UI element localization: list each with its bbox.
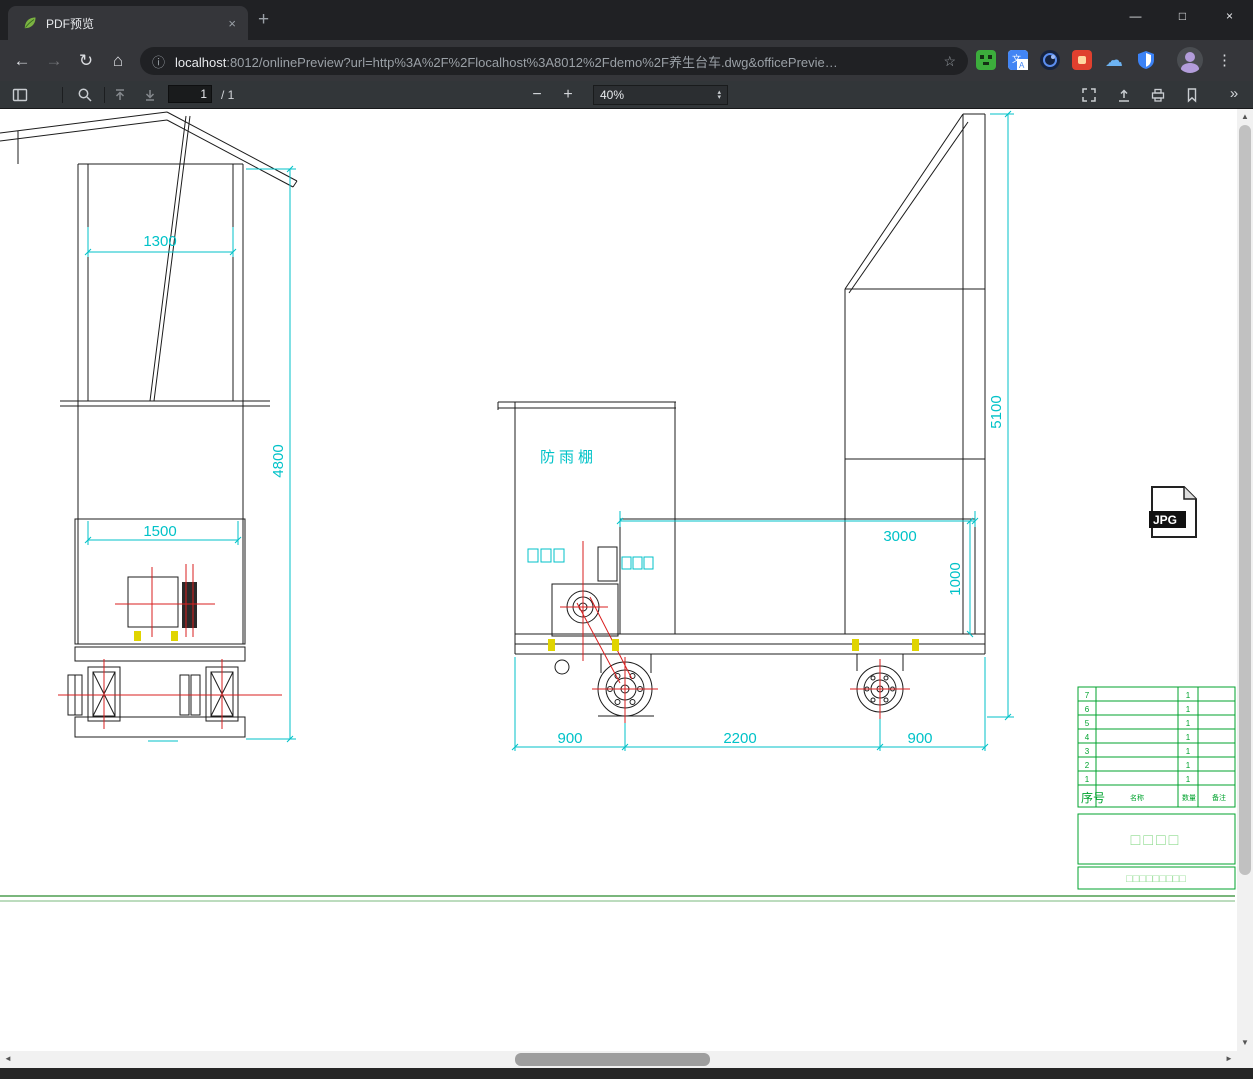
dimension-1500: 1500: [143, 523, 176, 540]
row-number: 7: [1085, 691, 1090, 700]
url-path: :8012/onlinePreview?url=http%3A%2F%2Floc…: [226, 54, 838, 70]
toolbar-separator: [62, 87, 63, 103]
front-view: 1300 4800 1500: [0, 111, 298, 743]
home-icon[interactable]: ⌂: [104, 40, 132, 81]
browser-window: PDF预览 × + — □ × ← → ↻ ⌂ ⓘ localhost:8012…: [0, 0, 1253, 1079]
header-name: 名称: [1130, 793, 1144, 802]
vertical-scrollbar-thumb[interactable]: [1239, 125, 1251, 875]
window-bottom-edge: [0, 1068, 1253, 1079]
row-number: 6: [1085, 705, 1090, 714]
select-spinner-icon: ▴ ▾: [717, 89, 721, 101]
qty-cell: 1: [1186, 691, 1191, 700]
page-up-icon[interactable]: [112, 87, 128, 103]
dimension-3000: 3000: [883, 528, 916, 545]
dimension-900-front: 900: [557, 730, 582, 747]
zoom-out-icon[interactable]: −: [527, 81, 547, 109]
browser-tab[interactable]: PDF预览 ×: [8, 6, 248, 40]
header-qty: 数量: [1182, 793, 1196, 802]
horizontal-scrollbar-thumb[interactable]: [515, 1053, 710, 1066]
shield-extension-icon[interactable]: [1136, 50, 1156, 70]
qty-cell: 1: [1186, 775, 1191, 784]
scroll-left-icon[interactable]: ◄: [0, 1051, 16, 1067]
bookmark-icon[interactable]: [1184, 87, 1200, 103]
svg-text:A: A: [1019, 61, 1025, 70]
url-text[interactable]: localhost:8012/onlinePreview?url=http%3A…: [175, 52, 935, 71]
shelter-label: 防雨棚: [540, 449, 597, 466]
dimension-4800: 4800: [270, 444, 287, 477]
drawing-code-text: □□□□□□□□□: [1126, 873, 1186, 885]
address-bar[interactable]: ⓘ localhost:8012/onlinePreview?url=http%…: [140, 47, 968, 75]
qty-cell: 1: [1186, 733, 1191, 742]
reload-icon[interactable]: ↻: [72, 40, 100, 81]
scrollbar-corner: [1237, 1051, 1253, 1068]
forward-icon[interactable]: →: [40, 40, 68, 81]
row-number: 2: [1085, 761, 1090, 770]
secondary-toolbar-icon[interactable]: »: [1224, 81, 1244, 109]
toolbar-separator: [104, 87, 105, 103]
horizontal-scrollbar[interactable]: ◄ ►: [0, 1051, 1237, 1068]
header-serial: 序号: [1081, 790, 1105, 805]
sidebar-toggle-icon[interactable]: [12, 87, 28, 103]
pdf-toolbar: / 1 − + 40% ▴▾ »: [0, 81, 1253, 109]
dimension-2200: 2200: [723, 730, 756, 747]
cloud-extension-icon[interactable]: ☁: [1104, 50, 1124, 70]
cad-drawing: 1300 4800 1500 防雨棚 3000 1000 900 2200 90…: [0, 110, 1236, 902]
zoom-select[interactable]: 40% ▴ ▾: [593, 85, 728, 105]
zoom-value: 40%: [600, 88, 625, 102]
dimension-1300: 1300: [143, 233, 176, 250]
new-tab-button[interactable]: +: [258, 10, 269, 30]
stamp-text: □□□□: [1131, 832, 1182, 849]
url-host: localhost: [175, 54, 227, 70]
title-bar: PDF预览 × + — □ ×: [0, 0, 1253, 40]
dimension-5100: 5100: [988, 395, 1005, 428]
scroll-up-icon[interactable]: ▲: [1237, 109, 1253, 125]
row-number: 5: [1085, 719, 1090, 728]
extension-icon-1[interactable]: [976, 50, 996, 70]
search-icon[interactable]: [77, 87, 93, 103]
site-info-icon[interactable]: ⓘ: [152, 52, 165, 71]
minimize-button[interactable]: —: [1112, 0, 1159, 34]
dimension-1000: 1000: [947, 562, 964, 595]
jpg-file-icon: JPG: [1149, 486, 1197, 538]
dimension-900-rear: 900: [907, 730, 932, 747]
profile-avatar[interactable]: [1177, 47, 1203, 73]
browser-menu-icon[interactable]: ⋮: [1217, 40, 1232, 81]
side-view: 防雨棚 3000 1000 900 2200 900 5100: [497, 110, 1014, 751]
qty-cell: 1: [1186, 747, 1191, 756]
close-button[interactable]: ×: [1206, 0, 1253, 34]
print-icon[interactable]: [1150, 87, 1166, 103]
pdf-page: 1300 4800 1500 防雨棚 3000 1000 900 2200 90…: [0, 109, 1237, 1051]
translate-extension-icon[interactable]: 文A: [1008, 50, 1028, 70]
qty-cell: 1: [1186, 705, 1191, 714]
back-icon[interactable]: ←: [8, 40, 36, 81]
title-block: 7 6 5 4 3 2 1 1 1 1 1 1 1 1 序号 名称 数量 备注 …: [1077, 686, 1236, 890]
extension-icon-2[interactable]: [1040, 50, 1060, 70]
bookmark-star-icon[interactable]: ☆: [943, 53, 956, 70]
page-down-icon[interactable]: [142, 87, 158, 103]
scroll-down-icon[interactable]: ▼: [1237, 1035, 1253, 1051]
open-file-icon[interactable]: [1116, 87, 1132, 103]
vertical-scrollbar[interactable]: ▲ ▼: [1237, 109, 1253, 1051]
qty-cell: 1: [1186, 761, 1191, 770]
maximize-button[interactable]: □: [1159, 0, 1206, 34]
extension-icon-3[interactable]: [1072, 50, 1092, 70]
header-note: 备注: [1212, 793, 1226, 802]
scroll-right-icon[interactable]: ►: [1221, 1051, 1237, 1067]
leaf-favicon-icon: [22, 15, 38, 31]
tab-title: PDF预览: [46, 16, 95, 31]
row-number: 3: [1085, 747, 1090, 756]
window-controls: — □ ×: [1112, 0, 1253, 34]
navigation-bar: ← → ↻ ⌂ ⓘ localhost:8012/onlinePreview?u…: [0, 40, 1253, 81]
zoom-in-icon[interactable]: +: [558, 81, 578, 109]
qty-cell: 1: [1186, 719, 1191, 728]
row-number: 1: [1085, 775, 1090, 784]
presentation-mode-icon[interactable]: [1081, 87, 1097, 103]
tab-close-icon[interactable]: ×: [224, 14, 240, 33]
row-number: 4: [1085, 733, 1090, 742]
jpg-badge-label: JPG: [1153, 513, 1177, 527]
page-total-label: / 1: [221, 88, 235, 102]
page-number-input[interactable]: [168, 85, 212, 103]
